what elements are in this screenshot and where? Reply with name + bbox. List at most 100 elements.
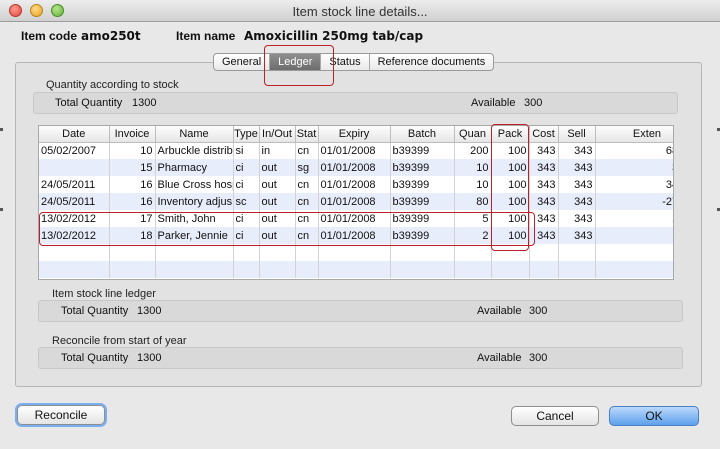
table-row[interactable]: 13/02/2012 17 Smith, John ci out cn 01/0… [39,210,673,227]
cell-quan: 10 [454,159,492,176]
tab-general[interactable]: General [214,54,271,70]
cell-cost: 343 [529,227,559,244]
table-row[interactable]: 24/05/2011 16 Blue Cross hosp ci out cn … [39,176,673,193]
cell-batch: b39399 [390,142,455,159]
cell-expiry: 01/01/2008 [318,193,391,210]
table-row-empty [39,244,673,261]
stock-summary-bar: Total Quantity 1300 Available 300 [33,92,678,114]
table-header-row: Date Invoice Name Type In/Out Stat Expir… [39,126,673,143]
cell-date [39,159,110,176]
column-header-in-out[interactable]: In/Out [259,126,296,143]
cell-stat: cn [295,142,319,159]
cell-expiry: 01/01/2008 [318,227,391,244]
cell-in-out: out [259,193,296,210]
cell-name: Inventory adjus [155,193,234,210]
cell-cost: 343 [529,193,559,210]
cell-name: Parker, Jennie [155,227,234,244]
cell-quan: 5 [454,210,492,227]
cell-batch: b39399 [390,227,455,244]
column-header-cost[interactable]: Cost [529,126,559,143]
reconcile-total-value: 1300 [137,352,162,364]
cell-invoice: 18 [109,227,156,244]
cell-cost: 343 [529,210,559,227]
cell-name: Blue Cross hosp [155,176,234,193]
cell-cost: 343 [529,142,559,159]
cell-stat: cn [295,176,319,193]
stock-total-label: Total Quantity [55,97,123,109]
table-row[interactable]: 15 Pharmacy ci out sg 01/01/2008 b39399 … [39,159,673,176]
table-row[interactable]: 24/05/2011 16 Inventory adjus sc out cn … [39,193,673,210]
cell-type: ci [233,176,260,193]
cell-sell: 343 [558,210,596,227]
stock-section-title: Quantity according to stock [46,79,179,91]
cell-pack: 100 [491,176,530,193]
item-name-value: Amoxicillin 250mg tab/cap [244,29,424,43]
cell-quan: 2 [454,227,492,244]
cell-pack: 100 [491,193,530,210]
column-header-exten[interactable]: Exten [595,126,673,143]
cell-invoice: 17 [109,210,156,227]
cell-pack: 100 [491,142,530,159]
cell-in-out: out [259,210,296,227]
cell-cost: 343 [529,176,559,193]
cell-exten: 3430 [595,159,673,176]
column-header-type[interactable]: Type [233,126,260,143]
ledger-total-value: 1300 [137,305,162,317]
window-edge-mark [0,208,3,211]
cell-expiry: 01/01/2008 [318,176,391,193]
cell-invoice: 16 [109,193,156,210]
cell-invoice: 16 [109,176,156,193]
column-header-expiry[interactable]: Expiry [318,126,391,143]
ledger-table[interactable]: Date Invoice Name Type In/Out Stat Expir… [38,125,674,280]
cell-quan: 80 [454,193,492,210]
table-row[interactable]: 05/02/2007 10 Arbuckle distrib si in cn … [39,142,673,159]
cell-quan: 200 [454,142,492,159]
cell-date: 13/02/2012 [39,210,110,227]
column-header-sell[interactable]: Sell [558,126,596,143]
column-header-pack[interactable]: Pack [491,126,530,143]
stock-available-value: 300 [524,97,543,109]
cell-name: Arbuckle distrib [155,142,234,159]
cell-date: 13/02/2012 [39,227,110,244]
ok-button[interactable]: OK [609,406,699,426]
cell-pack: 100 [491,210,530,227]
reconcile-available-label: Available [477,352,522,364]
cell-type: ci [233,227,260,244]
ledger-available-value: 300 [529,305,548,317]
cell-batch: b39399 [390,176,455,193]
cell-in-out: out [259,227,296,244]
ledger-summary-bar: Total Quantity 1300 Available 300 [38,300,683,322]
column-header-batch[interactable]: Batch [390,126,455,143]
cell-in-out: in [259,142,296,159]
cell-in-out: out [259,176,296,193]
tab-status[interactable]: Status [321,54,370,70]
cell-stat: cn [295,227,319,244]
cell-name: Pharmacy [155,159,234,176]
cell-stat: cn [295,210,319,227]
cell-exten: 34300 [595,176,673,193]
cell-invoice: 10 [109,142,156,159]
tab-reference-documents[interactable]: Reference documents [370,54,494,70]
column-header-invoice[interactable]: Invoice [109,126,156,143]
cell-cost: 343 [529,159,559,176]
tab-ledger[interactable]: Ledger [270,54,322,70]
tab-bar: General Ledger Status Reference document… [213,53,495,71]
reconcile-total-label: Total Quantity [61,352,129,364]
column-header-name[interactable]: Name [155,126,234,143]
cell-expiry: 01/01/2008 [318,142,391,159]
column-header-date[interactable]: Date [39,126,110,143]
table-row-empty [39,261,673,278]
reconcile-available-value: 300 [529,352,548,364]
cell-type: ci [233,159,260,176]
reconcile-button[interactable]: Reconcile [17,405,105,425]
title-bar: Item stock line details... [0,0,720,22]
cancel-button[interactable]: Cancel [511,406,599,426]
cell-sell: 343 [558,227,596,244]
column-header-quan[interactable]: Quan [454,126,492,143]
cell-quan: 10 [454,176,492,193]
cell-sell: 343 [558,159,596,176]
table-row[interactable]: 13/02/2012 18 Parker, Jennie ci out cn 0… [39,227,673,244]
cell-exten: 68600 [595,142,673,159]
column-header-stat[interactable]: Stat [295,126,319,143]
reconcile-section-title: Reconcile from start of year [52,335,187,347]
